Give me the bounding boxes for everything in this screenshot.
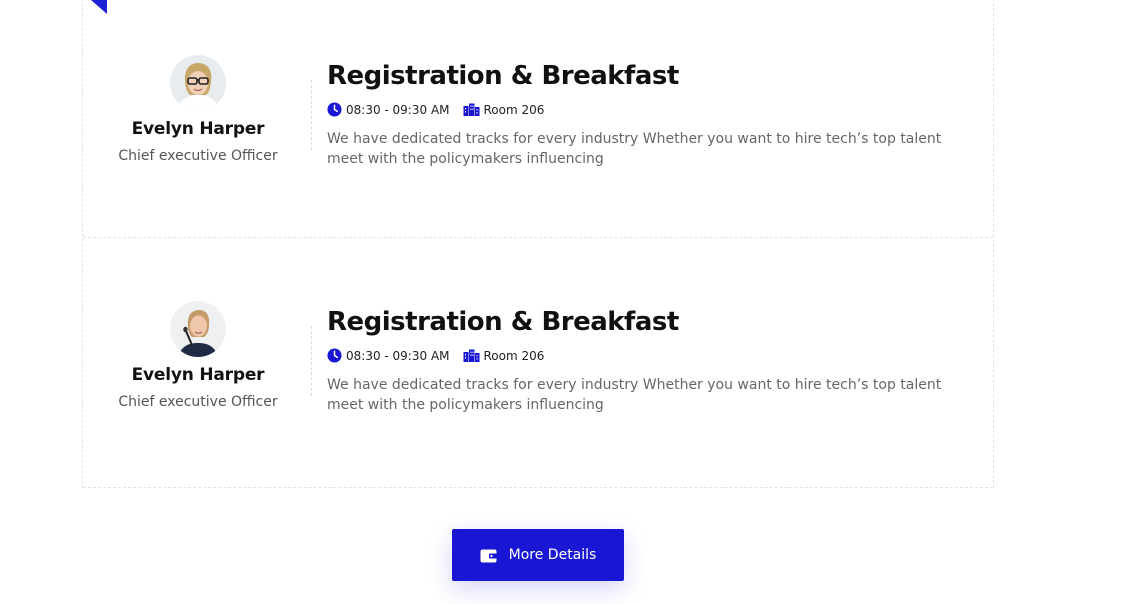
session-time-text: 08:30 - 09:30 AM [346, 102, 450, 117]
speaker-role: Chief executive Officer [118, 148, 278, 164]
session-room-text: Room 206 [483, 348, 545, 363]
avatar[interactable] [170, 301, 226, 357]
schedule-item: Evelyn Harper Chief executive Officer Re… [83, 238, 993, 488]
session-room: Room 206 [463, 102, 545, 117]
avatar[interactable] [170, 55, 226, 111]
clock-icon [327, 102, 342, 117]
more-details-label: More Details [508, 547, 597, 563]
session-time-text: 08:30 - 09:30 AM [346, 348, 450, 363]
speaker-role: Chief executive Officer [118, 394, 278, 410]
session-meta: 08:30 - 09:30 AM Room 206 [327, 102, 947, 117]
session-details: Registration & Breakfast 08:30 - 09:30 A… [327, 60, 947, 169]
schedule-item: Evelyn Harper Chief executive Officer Re… [83, 0, 993, 238]
speaker-name[interactable]: Evelyn Harper [103, 119, 293, 139]
clock-icon [327, 348, 342, 363]
speaker-card: Evelyn Harper Chief executive Officer [103, 55, 293, 164]
session-details: Registration & Breakfast 08:30 - 09:30 A… [327, 306, 947, 415]
divider [311, 326, 312, 396]
session-meta: 08:30 - 09:30 AM Room 206 [327, 348, 947, 363]
divider [311, 80, 312, 150]
session-room: Room 206 [463, 348, 545, 363]
speaker-card: Evelyn Harper Chief executive Officer [103, 301, 293, 410]
building-icon [463, 103, 479, 116]
schedule-list: Evelyn Harper Chief executive Officer Re… [82, 0, 994, 488]
session-title[interactable]: Registration & Breakfast [327, 306, 947, 338]
speaker-name[interactable]: Evelyn Harper [103, 365, 293, 385]
wallet-icon [480, 549, 497, 562]
session-description: We have dedicated tracks for every indus… [327, 131, 942, 167]
building-icon [463, 349, 479, 362]
session-description: We have dedicated tracks for every indus… [327, 377, 942, 413]
session-title[interactable]: Registration & Breakfast [327, 60, 947, 92]
session-room-text: Room 206 [483, 102, 545, 117]
session-time: 08:30 - 09:30 AM [327, 102, 450, 117]
session-time: 08:30 - 09:30 AM [327, 348, 450, 363]
more-details-button[interactable]: More Details [452, 529, 624, 581]
